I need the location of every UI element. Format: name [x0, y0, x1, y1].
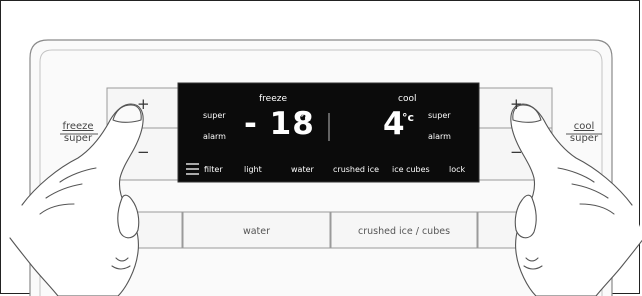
- freeze-minus-button[interactable]: −: [137, 145, 150, 160]
- display-freeze-unit: °c: [299, 111, 312, 124]
- display-cool-alarm: alarm: [428, 132, 451, 141]
- cool-plus-button[interactable]: +: [510, 97, 523, 112]
- display-item-ice-cubes: ice cubes: [392, 165, 430, 174]
- display-freeze-title: freeze: [259, 94, 288, 104]
- freeze-plus-button[interactable]: +: [137, 97, 150, 112]
- display-item-light: light: [244, 165, 262, 174]
- cool-minus-button[interactable]: −: [510, 145, 523, 160]
- left-freeze-label: freeze: [62, 121, 94, 132]
- crushed-ice-cubes-button[interactable]: crushed ice / cubes: [331, 226, 477, 237]
- display-freeze-alarm: alarm: [203, 132, 226, 141]
- right-side-label: cool super: [564, 121, 604, 145]
- display-item-lock: lock: [449, 165, 466, 174]
- left-side-label: freeze super: [58, 121, 98, 145]
- water-button[interactable]: water: [183, 226, 330, 237]
- display-item-filter: filter: [204, 165, 223, 174]
- right-cool-label: cool: [573, 121, 595, 132]
- left-super-label: super: [63, 133, 93, 144]
- display-freeze-super: super: [203, 111, 226, 120]
- display-cool-title: cool: [398, 94, 417, 104]
- control-panel-drawing: [9, 39, 642, 296]
- right-super-label: super: [569, 133, 599, 144]
- display-item-crushed-ice: crushed ice: [333, 165, 380, 174]
- display-cool-super: super: [428, 111, 451, 120]
- display-item-water: water: [291, 165, 314, 174]
- display-cool-unit: °c: [402, 111, 415, 124]
